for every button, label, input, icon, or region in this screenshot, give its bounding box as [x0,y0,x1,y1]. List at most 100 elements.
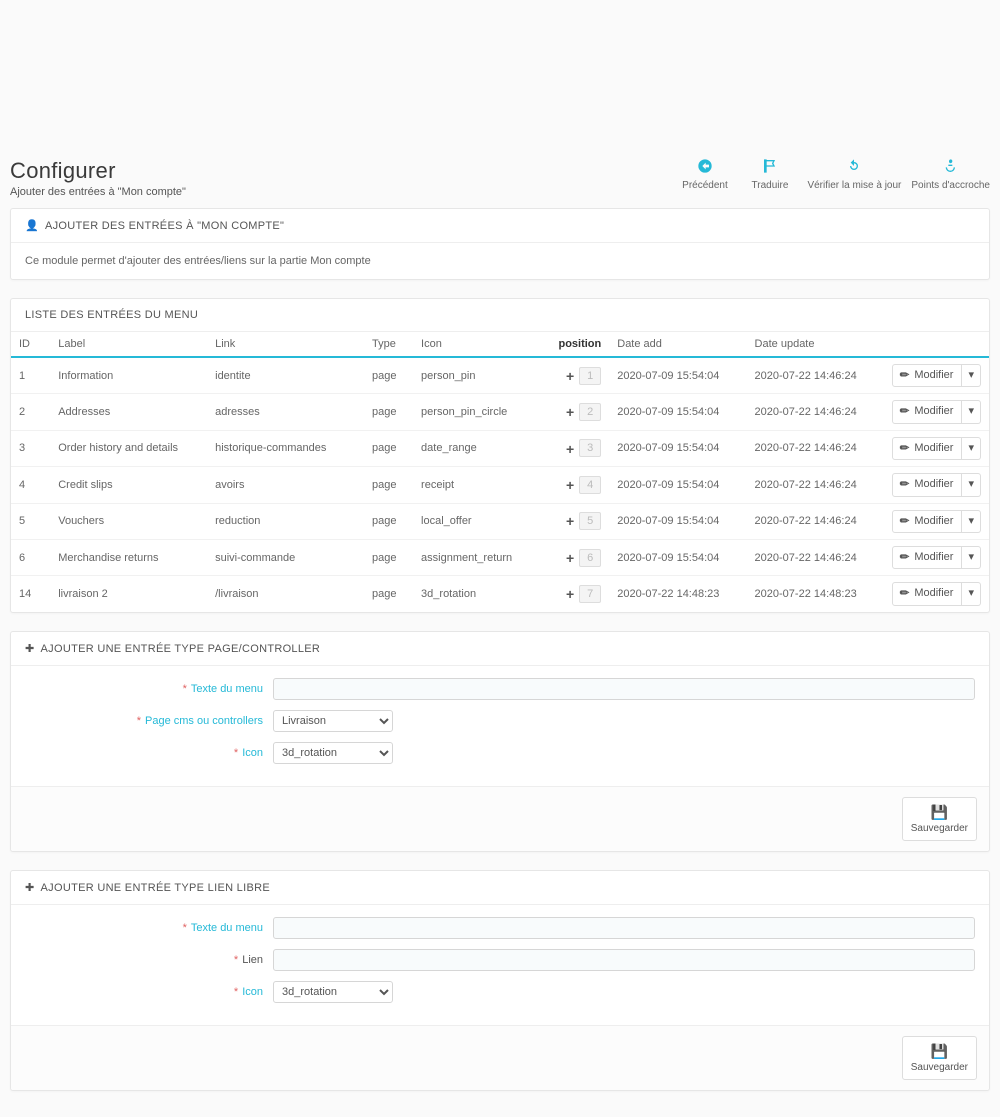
check-update-button[interactable]: Vérifier la mise à jour [807,158,901,191]
col-type: Type [364,332,413,357]
cell-type: page [364,467,413,503]
cell-type: page [364,503,413,539]
chevron-down-icon: ▾ [968,515,974,527]
cell-type: page [364,539,413,575]
cell-link: suivi-commande [207,539,364,575]
cell-id: 3 [11,430,50,466]
cell-position: +2 [550,394,609,430]
table-row[interactable]: 4Credit slipsavoirspagereceipt+42020-07-… [11,467,989,503]
cell-icon: 3d_rotation [413,576,550,612]
modify-button[interactable]: ✎ Modifier [892,546,962,569]
cell-label: livraison 2 [50,576,207,612]
table-row[interactable]: 5Vouchersreductionpagelocal_offer+52020-… [11,503,989,539]
cell-id: 6 [11,539,50,575]
pencil-icon: ✎ [897,476,914,493]
cell-position: +6 [550,539,609,575]
save-button-2[interactable]: 💾 Sauvegarder [902,1036,977,1080]
label-page: *Page cms ou controllers [25,715,273,727]
cell-label: Credit slips [50,467,207,503]
cell-type: page [364,394,413,430]
check-update-label: Vérifier la mise à jour [807,180,901,191]
hooks-button[interactable]: Points d'accroche [911,158,990,191]
input-link[interactable] [273,949,975,971]
dropdown-toggle[interactable]: ▾ [962,473,981,496]
cell-icon: assignment_return [413,539,550,575]
drag-handle-icon[interactable]: + [563,550,577,566]
translate-button[interactable]: Traduire [742,158,797,191]
user-icon: 👤 [25,220,39,232]
input-menu-text[interactable] [273,678,975,700]
cell-label: Order history and details [50,430,207,466]
table-row[interactable]: 2Addressesadressespageperson_pin_circle+… [11,394,989,430]
panel-intro-body: Ce module permet d'ajouter des entrées/l… [11,243,989,279]
table-header-row: ID Label Link Type Icon position Date ad… [11,332,989,357]
cell-date-update: 2020-07-22 14:46:24 [747,503,884,539]
modify-button[interactable]: ✎ Modifier [892,582,962,605]
modify-button[interactable]: ✎ Modifier [892,510,962,533]
drag-handle-icon[interactable]: + [563,441,577,457]
save-label: Sauvegarder [911,823,968,834]
panel-intro: 👤 AJOUTER DES ENTRÉES À "MON COMPTE" Ce m… [10,208,990,280]
drag-handle-icon[interactable]: + [563,368,577,384]
back-icon [696,158,714,176]
cell-type: page [364,357,413,394]
pencil-icon: ✎ [897,513,914,530]
position-value: 1 [579,367,601,385]
page-title: Configurer [10,158,186,184]
drag-handle-icon[interactable]: + [563,586,577,602]
table-row[interactable]: 6Merchandise returnssuivi-commandepageas… [11,539,989,575]
cell-icon: local_offer [413,503,550,539]
panel-add-link-heading: ✚ AJOUTER UNE ENTRÉE TYPE LIEN LIBRE [11,871,989,905]
position-value: 7 [579,585,601,603]
cell-date-add: 2020-07-22 14:48:23 [609,576,746,612]
cell-id: 5 [11,503,50,539]
table-row[interactable]: 14livraison 2/livraisonpage3d_rotation+7… [11,576,989,612]
drag-handle-icon[interactable]: + [563,477,577,493]
modify-button[interactable]: ✎ Modifier [892,437,962,460]
form-row-text2: *Texte du menu [25,917,975,939]
table-row[interactable]: 1Informationidentitepageperson_pin+12020… [11,357,989,394]
save-icon: 💾 [931,804,948,821]
panel-intro-title: AJOUTER DES ENTRÉES À "MON COMPTE" [45,220,284,232]
form-row-icon2: *Icon 3d_rotation [25,981,975,1003]
drag-handle-icon[interactable]: + [563,404,577,420]
cell-link: adresses [207,394,364,430]
cell-icon: receipt [413,467,550,503]
position-value: 3 [579,439,601,457]
chevron-down-icon: ▾ [968,587,974,599]
panel-intro-heading: 👤 AJOUTER DES ENTRÉES À "MON COMPTE" [11,209,989,243]
label-icon: *Icon [25,747,273,759]
table-row[interactable]: 3Order history and detailshistorique-com… [11,430,989,466]
back-button[interactable]: Précédent [677,158,732,191]
modify-button[interactable]: ✎ Modifier [892,473,962,496]
modify-button[interactable]: ✎ Modifier [892,400,962,423]
dropdown-toggle[interactable]: ▾ [962,364,981,387]
cell-id: 2 [11,394,50,430]
panel-add-link-title: AJOUTER UNE ENTRÉE TYPE LIEN LIBRE [41,882,270,894]
cell-id: 4 [11,467,50,503]
cell-type: page [364,430,413,466]
label-link2: *Lien [25,954,273,966]
cell-date-update: 2020-07-22 14:48:23 [747,576,884,612]
cell-date-add: 2020-07-09 15:54:04 [609,394,746,430]
plus-icon: ✚ [25,882,35,894]
label-icon2: *Icon [25,986,273,998]
cell-actions: ✎ Modifier▾ [884,467,989,503]
entries-table: ID Label Link Type Icon position Date ad… [11,332,989,612]
dropdown-toggle[interactable]: ▾ [962,582,981,605]
select-icon[interactable]: 3d_rotation [273,742,393,764]
dropdown-toggle[interactable]: ▾ [962,546,981,569]
drag-handle-icon[interactable]: + [563,513,577,529]
dropdown-toggle[interactable]: ▾ [962,437,981,460]
cell-icon: date_range [413,430,550,466]
dropdown-toggle[interactable]: ▾ [962,400,981,423]
save-button[interactable]: 💾 Sauvegarder [902,797,977,841]
modify-button[interactable]: ✎ Modifier [892,364,962,387]
select-page[interactable]: Livraison [273,710,393,732]
input-menu-text2[interactable] [273,917,975,939]
select-icon2[interactable]: 3d_rotation [273,981,393,1003]
pencil-icon: ✎ [897,440,914,457]
cell-date-update: 2020-07-22 14:46:24 [747,430,884,466]
plus-icon: ✚ [25,643,35,655]
dropdown-toggle[interactable]: ▾ [962,510,981,533]
